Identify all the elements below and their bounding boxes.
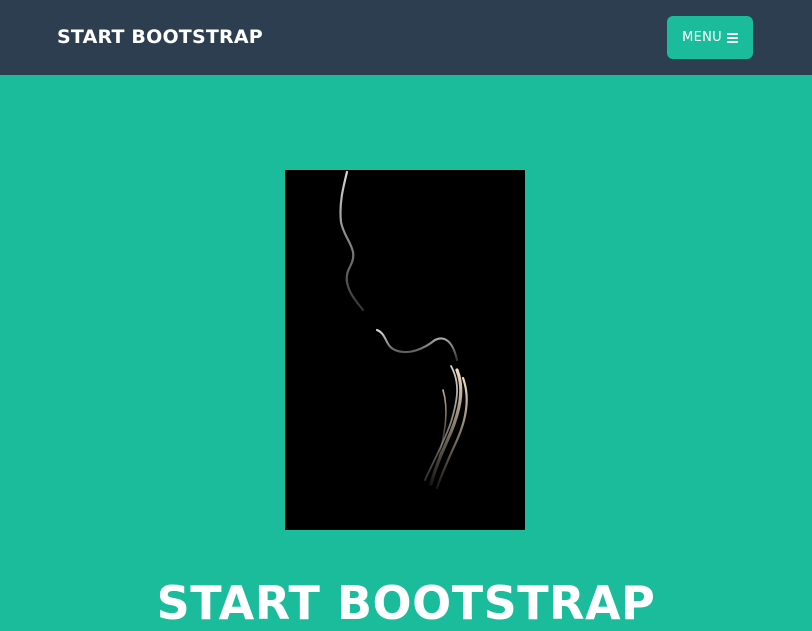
- profile-silhouette-image: [285, 170, 525, 530]
- bars-icon: [726, 32, 738, 43]
- menu-button[interactable]: MENU: [667, 16, 753, 59]
- brand-link[interactable]: START BOOTSTRAP: [57, 25, 263, 49]
- top-navbar: START BOOTSTRAP MENU: [0, 0, 812, 75]
- hero-title: START BOOTSTRAP: [156, 576, 656, 630]
- menu-button-label: MENU: [682, 30, 722, 45]
- masthead: START BOOTSTRAP: [0, 75, 812, 630]
